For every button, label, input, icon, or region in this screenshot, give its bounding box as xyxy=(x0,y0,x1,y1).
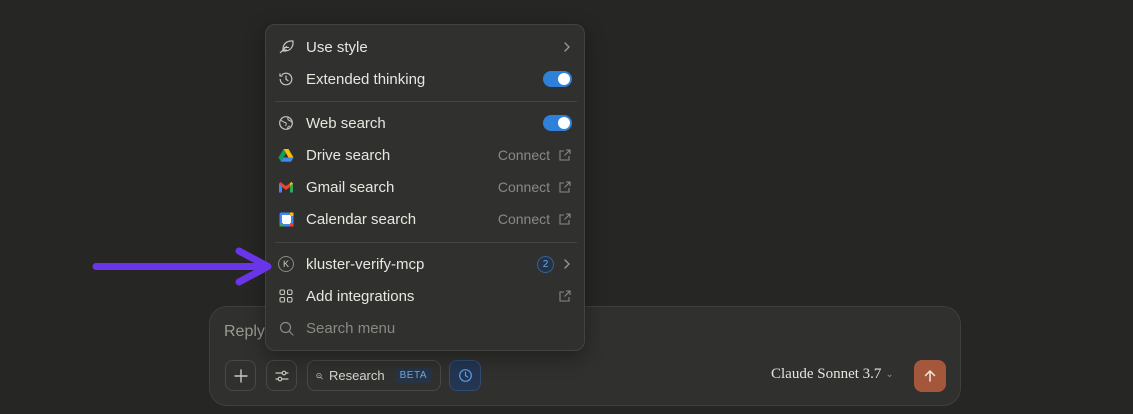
menu-item-use-style[interactable]: Use style xyxy=(272,32,578,62)
extended-thinking-toggle[interactable] xyxy=(543,71,572,87)
menu-item-label: Add integrations xyxy=(306,287,415,305)
clock-icon xyxy=(278,71,294,87)
integration-avatar-icon: K xyxy=(278,256,294,272)
external-link-icon xyxy=(559,149,571,161)
research-button[interactable]: Research BETA xyxy=(307,360,441,391)
web-search-toggle[interactable] xyxy=(543,115,572,131)
menu-search-row[interactable]: Search menu xyxy=(272,313,578,343)
tool-count-badge: 2 xyxy=(537,255,554,273)
menu-item-label: Gmail search xyxy=(306,178,395,196)
connect-label: Connect xyxy=(497,211,550,227)
search-icon xyxy=(278,320,294,336)
grid-icon xyxy=(278,288,294,304)
google-calendar-icon xyxy=(278,211,294,227)
arrow-up-icon xyxy=(924,370,936,382)
research-label: Research xyxy=(328,368,385,383)
menu-item-label: kluster-verify-mcp xyxy=(306,255,425,273)
menu-item-extended-thinking[interactable]: Extended thinking xyxy=(272,64,578,94)
app-stage: Research BETA Claude Sonnet 3.7 ⌄ xyxy=(0,0,1133,414)
external-link-icon xyxy=(559,213,571,225)
chevron-right-icon xyxy=(564,259,570,269)
annotation-arrow-icon xyxy=(92,247,272,286)
tools-menu: Use style Extended thinking Web search D… xyxy=(265,24,585,351)
clock-icon xyxy=(458,369,472,382)
menu-item-kluster-verify-mcp[interactable]: K kluster-verify-mcp 2 xyxy=(272,249,578,279)
add-attachment-button[interactable] xyxy=(225,360,256,391)
feather-icon xyxy=(278,39,294,55)
google-drive-icon xyxy=(278,147,294,163)
menu-item-label: Extended thinking xyxy=(306,70,426,88)
menu-item-gmail-search[interactable]: Gmail search Connect xyxy=(272,172,578,202)
menu-item-add-integrations[interactable]: Add integrations xyxy=(272,281,578,311)
tools-settings-button[interactable] xyxy=(266,360,297,391)
connect-label: Connect xyxy=(497,179,550,195)
plus-icon xyxy=(233,368,248,383)
menu-item-label: Use style xyxy=(306,38,368,56)
menu-divider xyxy=(275,101,577,102)
model-name: Claude Sonnet 3.7 xyxy=(771,366,882,382)
search-menu-input[interactable]: Search menu xyxy=(306,320,578,337)
menu-item-drive-search[interactable]: Drive search Connect xyxy=(272,140,578,170)
gmail-icon xyxy=(278,179,294,195)
menu-item-label: Calendar search xyxy=(306,210,417,228)
extended-thinking-button[interactable] xyxy=(449,360,481,391)
sliders-icon xyxy=(274,370,289,381)
menu-item-calendar-search[interactable]: Calendar search Connect xyxy=(272,204,578,234)
send-button[interactable] xyxy=(914,360,946,392)
model-selector[interactable]: Claude Sonnet 3.7 ⌄ xyxy=(771,366,894,383)
connect-label: Connect xyxy=(497,147,550,163)
mcp-icon-letter: K xyxy=(278,256,294,272)
research-search-icon xyxy=(316,372,323,379)
menu-item-web-search[interactable]: Web search xyxy=(272,108,578,138)
chevron-down-icon: ⌄ xyxy=(885,369,894,380)
menu-item-label: Web search xyxy=(306,114,386,132)
menu-item-label: Drive search xyxy=(306,146,391,164)
globe-icon xyxy=(278,115,294,131)
external-link-icon xyxy=(559,290,571,302)
external-link-icon xyxy=(559,181,571,193)
menu-divider xyxy=(275,242,577,243)
chevron-right-icon xyxy=(564,42,570,52)
beta-badge: BETA xyxy=(394,368,432,383)
